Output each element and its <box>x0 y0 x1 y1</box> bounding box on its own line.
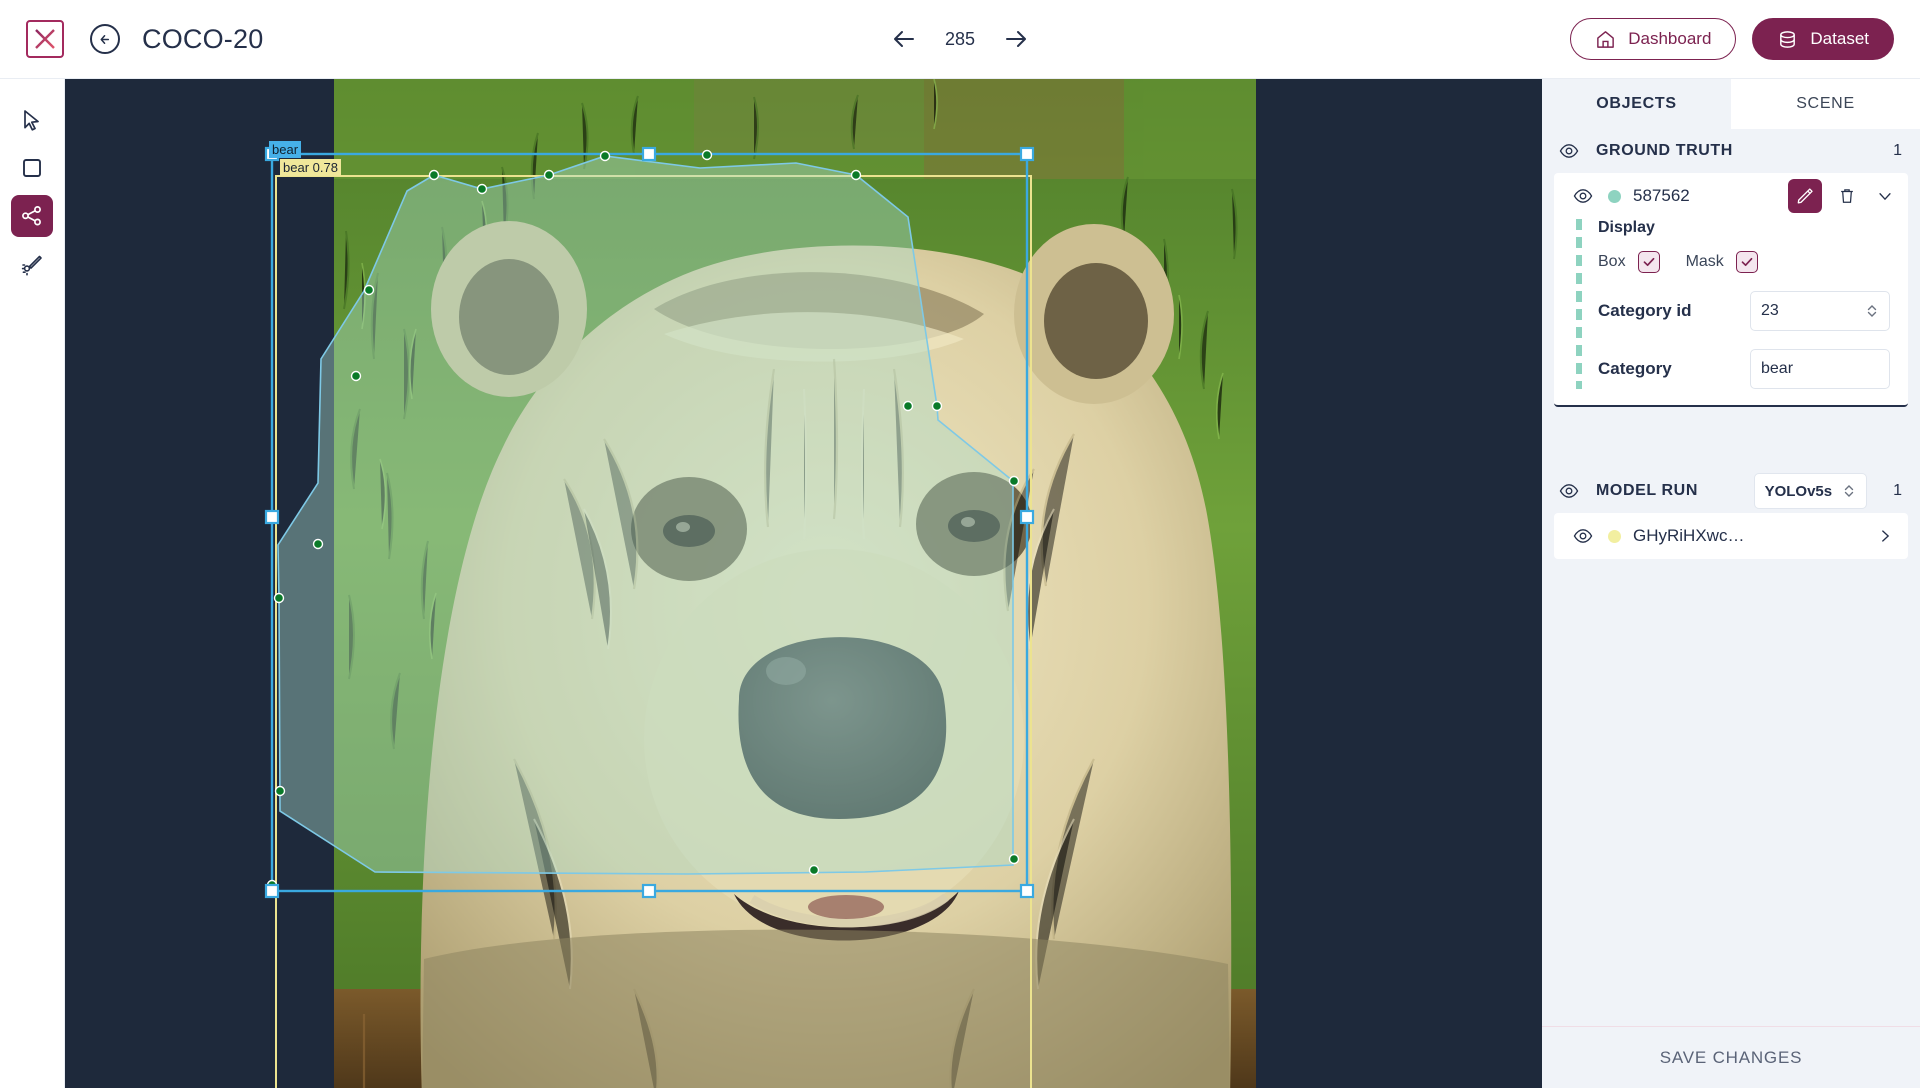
save-changes-button[interactable]: SAVE CHANGES <box>1542 1026 1920 1088</box>
eye-icon <box>1559 144 1579 158</box>
tab-objects[interactable]: OBJECTS <box>1542 79 1731 129</box>
category-id-input[interactable]: 23 <box>1750 291 1890 331</box>
eye-icon <box>1559 484 1579 498</box>
object-id: 587562 <box>1633 186 1690 205</box>
annotation-overlay[interactable] <box>65 79 1542 1088</box>
box-toggle-checkbox[interactable] <box>1637 251 1660 273</box>
model-run-title: MODEL RUN <box>1596 482 1698 499</box>
check-icon <box>1741 257 1753 267</box>
arrow-right-icon <box>1006 31 1026 47</box>
category-input[interactable]: bear <box>1750 349 1890 389</box>
model-object-visibility-toggle[interactable] <box>1570 523 1596 549</box>
groundtruth-label: bear <box>269 141 302 158</box>
category-id-row: Category id 23 <box>1598 291 1890 331</box>
ground-truth-object-row[interactable]: 587562 <box>1554 173 1908 219</box>
category-id-label: Category id <box>1598 301 1692 320</box>
trash-icon <box>1841 189 1853 203</box>
chevron-updown-icon <box>1844 485 1854 497</box>
eye-icon <box>1573 189 1593 203</box>
model-object-id: GHyRiHXwc… <box>1633 526 1745 545</box>
mask-toggle-checkbox[interactable] <box>1735 251 1758 273</box>
tab-scene[interactable]: SCENE <box>1731 79 1920 129</box>
polygon-share-icon <box>22 206 41 226</box>
prev-image-button[interactable] <box>891 26 917 52</box>
category-row: Category bear <box>1598 349 1890 389</box>
tool-magic-wand[interactable] <box>11 243 53 285</box>
model-run-object-row[interactable]: GHyRiHXwc… <box>1554 513 1908 559</box>
model-run-object-card: GHyRiHXwc… <box>1554 513 1908 559</box>
edit-object-button[interactable] <box>1788 179 1822 213</box>
object-visibility-toggle[interactable] <box>1570 183 1596 209</box>
image-index: 285 <box>944 28 976 49</box>
dataset-button[interactable]: Dataset <box>1752 18 1894 60</box>
segmentation-mask-polygon[interactable] <box>277 155 1014 875</box>
mask-toggle-label: Mask <box>1685 253 1724 270</box>
model-run-header: MODEL RUN YOLOv5s 1 <box>1542 469 1920 513</box>
image-pager: 285 <box>891 26 1029 52</box>
ground-truth-visibility-toggle[interactable] <box>1556 138 1582 164</box>
cursor-pointer-icon <box>24 110 39 131</box>
x-logo-icon <box>26 20 64 58</box>
prediction-label: bear 0.78 <box>280 159 341 176</box>
category-value: bear <box>1761 360 1794 377</box>
model-run-count: 1 <box>1893 482 1902 499</box>
collapse-object-button[interactable] <box>1872 183 1898 209</box>
dashboard-button-label: Dashboard <box>1628 29 1712 48</box>
next-image-button[interactable] <box>1003 26 1029 52</box>
tool-polygon[interactable] <box>11 195 53 237</box>
sidebar-tabs: OBJECTS SCENE <box>1542 79 1920 129</box>
pencil-icon <box>1797 188 1813 204</box>
box-toggle-label: Box <box>1598 253 1626 270</box>
tool-select[interactable] <box>11 99 53 141</box>
ground-truth-count: 1 <box>1893 142 1902 159</box>
app-header: COCO-20 285 Dashboard Dataset <box>0 0 1920 79</box>
check-icon <box>1643 257 1654 267</box>
eye-icon <box>1573 529 1593 543</box>
object-detail-panel: Display Box Mask Category id 23 Category… <box>1554 219 1908 405</box>
magic-wand-icon <box>21 255 42 276</box>
back-button[interactable] <box>90 24 120 54</box>
page-title: COCO-20 <box>142 23 264 54</box>
ground-truth-title: GROUND TRUTH <box>1596 142 1733 159</box>
display-section-label: Display <box>1598 219 1655 236</box>
dataset-button-label: Dataset <box>1810 29 1869 48</box>
expand-model-object-button[interactable] <box>1872 523 1898 549</box>
model-run-visibility-toggle[interactable] <box>1556 478 1582 504</box>
chevron-down-icon <box>1879 193 1891 201</box>
chevron-updown-icon[interactable] <box>1865 301 1879 321</box>
database-icon <box>1780 30 1796 48</box>
inspector-sidebar: OBJECTS SCENE GROUND TRUTH 1 587562 Disp… <box>1542 79 1920 1088</box>
category-label: Category <box>1598 359 1672 378</box>
home-icon <box>1597 30 1615 48</box>
arrow-left-icon <box>894 31 914 47</box>
dashboard-button[interactable]: Dashboard <box>1570 18 1737 60</box>
chevron-right-icon <box>1882 530 1890 542</box>
ground-truth-object-card: 587562 Display Box Mask Category id 23 C… <box>1554 173 1908 407</box>
ground-truth-header: GROUND TRUTH 1 <box>1542 129 1920 173</box>
model-object-color-dot <box>1608 529 1621 543</box>
rectangle-icon <box>23 159 41 177</box>
annotation-canvas[interactable]: bear bear 0.78 <box>65 79 1542 1088</box>
display-toggles-row: Box Mask <box>1598 251 1890 273</box>
header-actions: Dashboard Dataset <box>1570 18 1894 60</box>
model-run-select-value: YOLOv5s <box>1764 482 1833 500</box>
arrow-left-icon <box>100 34 109 44</box>
model-run-select[interactable]: YOLOv5s <box>1753 473 1868 509</box>
tools-sidebar <box>0 79 65 1088</box>
delete-object-button[interactable] <box>1834 183 1860 209</box>
tool-rectangle[interactable] <box>11 147 53 189</box>
object-color-dot <box>1608 189 1621 203</box>
category-id-value: 23 <box>1761 302 1779 319</box>
